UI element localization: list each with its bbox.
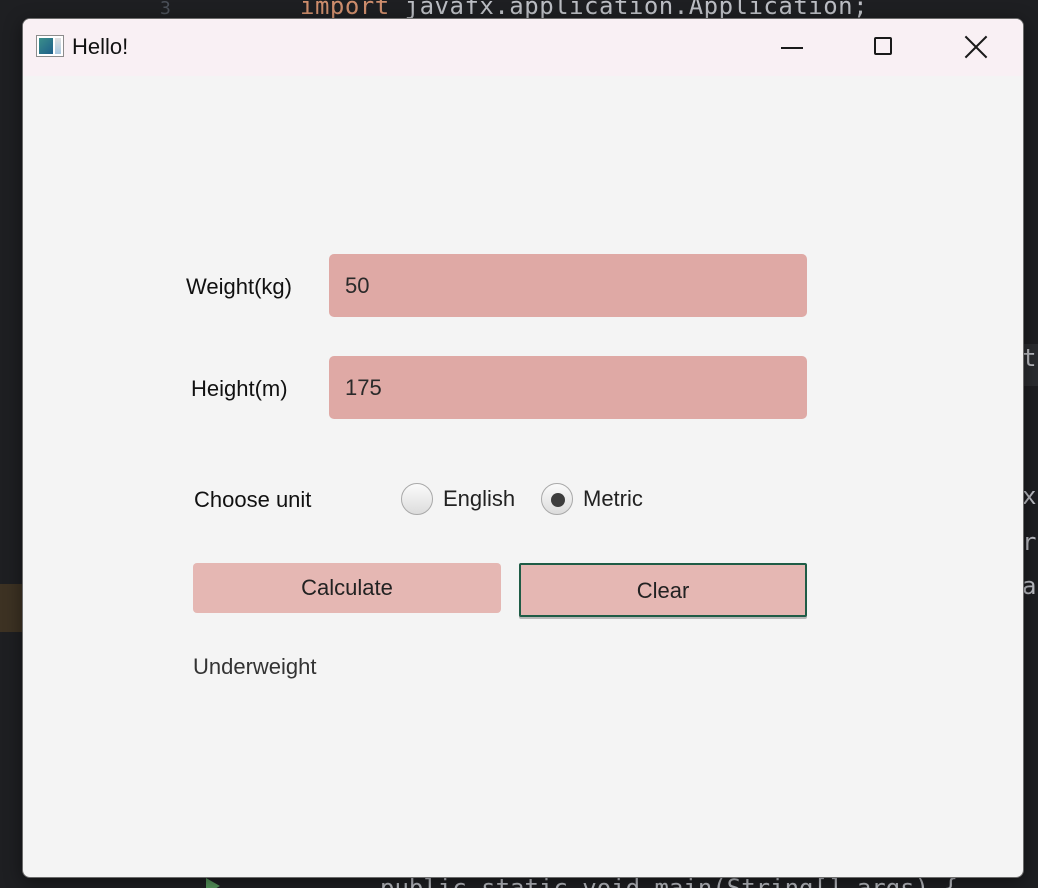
ide-fragment: x( — [1022, 482, 1038, 510]
ide-code-top: import javafx.application.Application; — [300, 0, 868, 20]
maximize-button[interactable] — [838, 19, 930, 76]
metric-radio-label: Metric — [583, 486, 643, 511]
calculate-button[interactable]: Calculate — [193, 563, 501, 613]
ide-code-rest: javafx.application.Application; — [389, 0, 869, 20]
unit-label: Choose unit — [194, 487, 312, 512]
english-radio-label: English — [443, 486, 516, 511]
height-label: Height(m) — [191, 376, 288, 401]
radio-circle-selected-icon — [541, 483, 573, 515]
radio-dot-icon — [551, 493, 565, 507]
height-field[interactable] — [329, 356, 807, 419]
ide-fragment: a( — [1022, 572, 1038, 600]
result-label: Underweight — [193, 654, 317, 679]
ide-line-highlight — [0, 584, 22, 632]
weight-label: Weight(kg) — [186, 274, 292, 299]
weight-field[interactable] — [329, 254, 807, 317]
ide-keyword: import — [300, 0, 390, 20]
close-button[interactable] — [930, 19, 1022, 76]
form-content: Weight(kg) Height(m) Choose unit English… — [23, 76, 1023, 877]
title-bar[interactable]: Hello! — [23, 19, 1023, 76]
window-title: Hello! — [72, 34, 129, 59]
maximize-icon — [874, 37, 892, 55]
app-window-icon — [36, 35, 64, 57]
ide-fragment: r — [1022, 528, 1037, 556]
ide-line-number: 3 — [160, 0, 171, 19]
clear-button[interactable]: Clear — [519, 563, 807, 617]
ide-fragment: ti — [1022, 344, 1038, 372]
minimize-icon — [781, 47, 803, 49]
app-window: Hello! Weight(kg) Height(m) Choose unit … — [22, 18, 1024, 878]
close-icon — [963, 34, 989, 60]
minimize-button[interactable] — [746, 19, 838, 76]
radio-circle-icon — [401, 483, 433, 515]
run-arrow-icon — [206, 878, 220, 888]
